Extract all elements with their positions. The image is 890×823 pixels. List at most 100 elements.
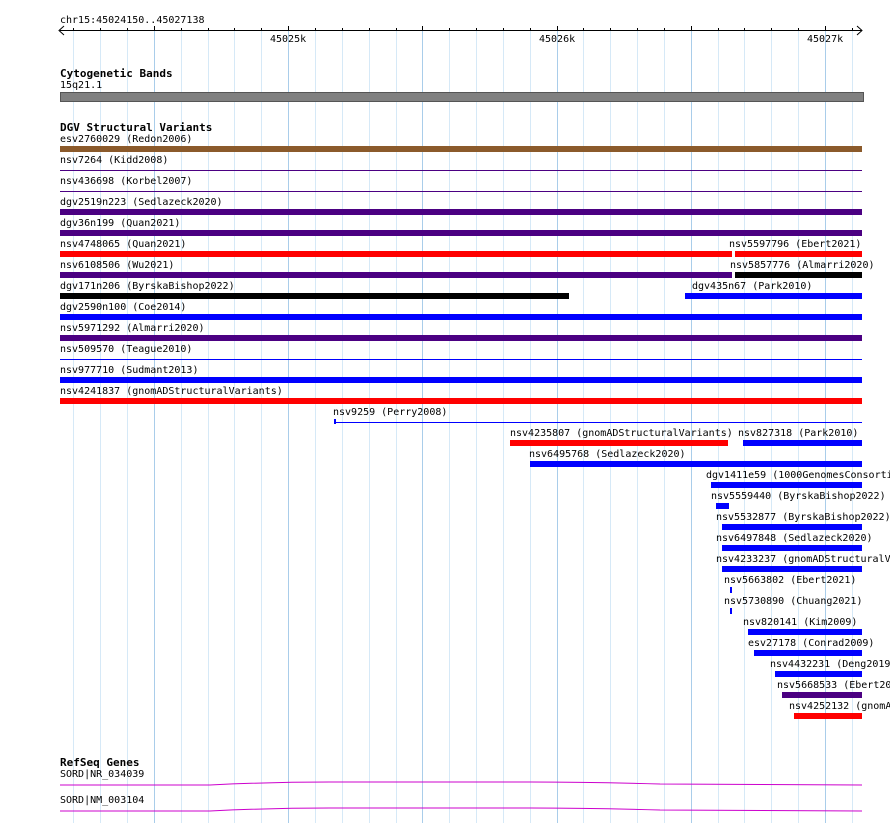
dgv-feature-bar[interactable]: [685, 293, 862, 299]
dgv-feature-bar[interactable]: [794, 713, 862, 719]
dgv-feature-bar[interactable]: [530, 461, 862, 467]
dgv-feature-label[interactable]: nsv5857776 (Almarri2020): [730, 260, 875, 271]
ruler-left-arrow-icon: [58, 25, 65, 36]
ruler-tick-label: 45025k: [270, 34, 307, 45]
dgv-feature-label[interactable]: nsv9259 (Perry2008): [333, 407, 447, 418]
dgv-feature-bar[interactable]: [775, 671, 862, 677]
ruler-tick: [825, 26, 826, 31]
dgv-feature-label[interactable]: nsv5668533 (Ebert2021): [777, 680, 890, 691]
ruler-tick: [718, 28, 719, 31]
ruler-tick: [181, 28, 182, 31]
dgv-feature-bar[interactable]: [60, 251, 732, 257]
dgv-feature-bar[interactable]: [60, 170, 862, 171]
dgv-feature-label[interactable]: nsv5532877 (ByrskaBishop2022): [716, 512, 890, 523]
dgv-feature-bar[interactable]: [722, 545, 862, 551]
dgv-feature-label[interactable]: nsv6497848 (Sedlazeck2020): [716, 533, 873, 544]
dgv-feature-bar[interactable]: [60, 209, 862, 215]
dgv-feature-bar[interactable]: [60, 293, 569, 299]
dgv-feature-label[interactable]: nsv6495768 (Sedlazeck2020): [529, 449, 686, 460]
ruler-tick: [342, 28, 343, 31]
dgv-feature-label[interactable]: nsv827318 (Park2010): [738, 428, 858, 439]
dgv-feature-bar[interactable]: [754, 650, 862, 656]
dgv-feature-label[interactable]: dgv435n67 (Park2010): [692, 281, 812, 292]
refseq-gene-line: [60, 807, 862, 812]
ruler-tick: [288, 26, 289, 31]
ruler-tick: [100, 28, 101, 31]
refseq-gene-model[interactable]: [60, 806, 862, 816]
dgv-feature-bar[interactable]: [60, 272, 732, 278]
cytoband-label: 15q21.1: [60, 80, 103, 91]
ruler-tick: [771, 28, 772, 31]
ruler-tick: [852, 28, 853, 31]
dgv-feature-bar[interactable]: [716, 503, 729, 509]
dgv-feature-bar[interactable]: [60, 191, 862, 192]
dgv-feature-label[interactable]: dgv2590n100 (Coe2014): [60, 302, 186, 313]
dgv-feature-label[interactable]: nsv6108506 (Wu2021): [60, 260, 174, 271]
dgv-feature-bar[interactable]: [735, 251, 862, 257]
ruler-tick-label: 45026k: [539, 34, 576, 45]
cytoband-track-title: Cytogenetic Bands: [60, 67, 173, 80]
dgv-feature-label[interactable]: nsv5971292 (Almarri2020): [60, 323, 205, 334]
dgv-feature-bar[interactable]: [743, 440, 862, 446]
ruler-tick: [449, 28, 450, 31]
ruler-tick: [503, 28, 504, 31]
dgv-feature-bar[interactable]: [782, 692, 862, 698]
refseq-feature-label[interactable]: SORD|NM_003104: [60, 795, 144, 806]
dgv-feature-label[interactable]: nsv5663802 (Ebert2021): [724, 575, 856, 586]
dgv-feature-label[interactable]: dgv2519n223 (Sedlazeck2020): [60, 197, 223, 208]
dgv-feature-bar[interactable]: [60, 398, 862, 404]
dgv-feature-label[interactable]: nsv4241837 (gnomADStructuralVariants): [60, 386, 283, 397]
dgv-feature-label[interactable]: nsv436698 (Korbel2007): [60, 176, 192, 187]
dgv-feature-bar[interactable]: [722, 566, 862, 572]
dgv-feature-label[interactable]: nsv5597796 (Ebert2021): [729, 239, 861, 250]
ruler-right-arrow-icon: [856, 25, 863, 36]
dgv-feature-label[interactable]: nsv4235807 (gnomADStructuralVariants): [510, 428, 733, 439]
dgv-feature-bar[interactable]: [722, 524, 862, 530]
dgv-feature-label[interactable]: nsv4252132 (gnomADStructuralVariants): [789, 701, 890, 712]
dgv-feature-label[interactable]: dgv1411e59 (1000GenomesConsortiumPilotPr…: [706, 470, 890, 481]
cytoband-bar[interactable]: [60, 92, 864, 102]
dgv-feature-label[interactable]: esv2760029 (Redon2006): [60, 134, 192, 145]
ruler-tick-label: 45027k: [807, 34, 844, 45]
dgv-feature-label[interactable]: nsv509570 (Teague2010): [60, 344, 192, 355]
dgv-feature-bar[interactable]: [60, 377, 862, 383]
dgv-feature-bar[interactable]: [60, 314, 862, 320]
ruler-tick: [583, 28, 584, 31]
refseq-gene-model[interactable]: [60, 780, 862, 790]
refseq-feature-label[interactable]: SORD|NR_034039: [60, 769, 144, 780]
dgv-feature-bar[interactable]: [730, 587, 732, 593]
ruler-tick: [154, 26, 155, 31]
dgv-feature-label[interactable]: nsv5730890 (Chuang2021): [724, 596, 862, 607]
dgv-feature-bar[interactable]: [60, 359, 862, 360]
dgv-feature-bar[interactable]: [510, 440, 728, 446]
dgv-feature-bar[interactable]: [60, 146, 862, 152]
ruler-tick: [476, 28, 477, 31]
dgv-track-title: DGV Structural Variants: [60, 121, 213, 134]
dgv-feature-bar[interactable]: [711, 482, 862, 488]
ruler-tick: [234, 28, 235, 31]
dgv-feature-label[interactable]: esv27178 (Conrad2009): [748, 638, 874, 649]
ruler-tick: [396, 28, 397, 31]
dgv-feature-bar[interactable]: [60, 335, 862, 341]
ruler-tick: [369, 28, 370, 31]
ruler-tick: [315, 28, 316, 31]
ruler-tick: [798, 28, 799, 31]
dgv-feature-label[interactable]: nsv4432231 (Deng2019): [770, 659, 890, 670]
dgv-feature-label[interactable]: nsv7264 (Kidd2008): [60, 155, 168, 166]
dgv-feature-bar[interactable]: [60, 230, 862, 236]
dgv-feature-label[interactable]: dgv171n206 (ByrskaBishop2022): [60, 281, 235, 292]
dgv-feature-label[interactable]: nsv4233237 (gnomADStructuralVariants): [716, 554, 890, 565]
dgv-feature-label[interactable]: nsv5559440 (ByrskaBishop2022): [711, 491, 886, 502]
dgv-feature-bar[interactable]: [748, 629, 862, 635]
dgv-feature-bar[interactable]: [334, 422, 862, 423]
dgv-feature-bar[interactable]: [735, 272, 862, 278]
ruler-tick: [208, 28, 209, 31]
ruler-tick: [127, 28, 128, 31]
dgv-feature-label[interactable]: dgv36n199 (Quan2021): [60, 218, 180, 229]
dgv-feature-label[interactable]: nsv820141 (Kim2009): [743, 617, 857, 628]
ruler-tick: [422, 26, 423, 31]
dgv-feature-label[interactable]: nsv4748065 (Quan2021): [60, 239, 186, 250]
dgv-feature-bar[interactable]: [730, 608, 732, 614]
ruler-tick: [73, 28, 74, 31]
dgv-feature-label[interactable]: nsv977710 (Sudmant2013): [60, 365, 198, 376]
